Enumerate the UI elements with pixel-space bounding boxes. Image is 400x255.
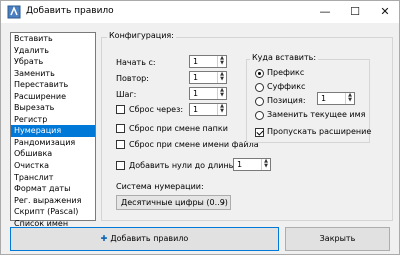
minimize-button[interactable]: — [311,1,339,23]
list-item[interactable]: Вырезать [11,102,95,114]
close-label: Закрыть [319,234,356,243]
maximize-button[interactable]: ☐ [341,1,369,23]
title-bar: Добавить правило — ☐ ✕ [1,1,399,23]
window-title: Добавить правило [26,6,114,16]
insert-position-title: Куда вставить: [250,53,319,62]
replace-name-label[interactable]: Заменить текущее имя [267,110,365,119]
start-label: Начать с: [116,58,156,67]
numbering-system-value[interactable]: Десятичные цифры (0..9) [121,198,228,207]
add-rule-button[interactable]: ✚ Добавить правило [10,227,279,251]
list-item[interactable]: Вставить [11,33,95,45]
numbering-system-dropdown[interactable]: Десятичные цифры (0..9) ⌄ [116,195,231,210]
close-window-button[interactable]: ✕ [371,1,399,23]
step-spinner[interactable]: 1 ▲ ▼ [189,87,227,100]
reset-every-spinner[interactable]: 1 ▲ ▼ [189,103,227,116]
list-item[interactable]: Заменить [11,68,95,80]
list-item[interactable]: Скрипт (Pascal) [11,206,95,218]
start-spinner[interactable]: 1 ▲ ▼ [189,55,227,68]
list-item[interactable]: Регистр [11,114,95,126]
numbering-system-label: Система нумерации: [116,182,204,191]
app-icon [7,5,21,19]
suffix-radio[interactable] [255,83,264,92]
list-item[interactable]: Очистка [11,160,95,172]
close-button[interactable]: Закрыть [285,227,390,251]
repeat-label: Повтор: [116,74,149,83]
position-value[interactable]: 1 [321,94,326,103]
list-item[interactable]: Нумерация [11,125,95,137]
spin-down-icon[interactable]: ▼ [218,61,226,66]
spin-down-icon[interactable]: ▼ [262,164,270,169]
position-spinner[interactable]: 1 ▲ ▼ [317,92,355,105]
suffix-label[interactable]: Суффикс [267,82,305,91]
reset-every-label[interactable]: Сброс через: [129,105,183,114]
list-item[interactable]: Обшивка [11,148,95,160]
list-item[interactable]: Формат даты [11,183,95,195]
pad-zeros-value[interactable]: 1 [237,160,242,169]
reset-every-value[interactable]: 1 [193,105,198,114]
reset-name-checkbox[interactable] [116,140,125,149]
list-item[interactable]: Расширение [11,91,95,103]
start-value[interactable]: 1 [193,57,198,66]
position-label[interactable]: Позиция: [267,96,306,105]
reset-name-label[interactable]: Сброс при смене имени файла [129,140,259,149]
list-item[interactable]: Удалить [11,45,95,57]
replace-name-radio[interactable] [255,111,264,120]
rule-type-list[interactable]: Вставить Удалить Убрать Заменить Переставить… [10,32,96,228]
list-item[interactable]: Рандомизация [11,137,95,149]
repeat-spinner[interactable]: 1 ▲ ▼ [189,71,227,84]
reset-folder-label[interactable]: Сброс при смене папки [129,124,228,133]
spin-down-icon[interactable]: ▼ [218,77,226,82]
list-item[interactable]: Транслит [11,172,95,184]
pad-zeros-spinner[interactable]: 1 ▲ ▼ [233,158,271,171]
list-item[interactable]: Рег. выражения [11,195,95,207]
repeat-value[interactable]: 1 [193,73,198,82]
skip-extension-label[interactable]: Пропускать расширение [267,127,371,136]
position-radio[interactable] [255,97,264,106]
spin-down-icon[interactable]: ▼ [218,93,226,98]
add-rule-label: Добавить правило [110,234,189,243]
plus-icon: ✚ [100,234,108,243]
prefix-label[interactable]: Префикс [267,68,304,77]
spin-down-icon[interactable]: ▼ [218,109,226,114]
step-label: Шаг: [116,90,137,99]
step-value[interactable]: 1 [193,89,198,98]
chevron-down-icon[interactable]: ⌄ [220,198,226,206]
list-item[interactable]: Убрать [11,56,95,68]
list-item[interactable]: Переставить [11,79,95,91]
add-rule-dialog: Добавить правило — ☐ ✕ Вставить Удалить Уб… [0,0,400,255]
configuration-title: Конфигурация: [107,31,176,40]
pad-zeros-checkbox[interactable] [116,161,125,170]
skip-extension-checkbox[interactable] [255,128,264,137]
spin-down-icon[interactable]: ▼ [346,98,354,103]
pad-zeros-label[interactable]: Добавить нули до длины: [129,161,238,170]
reset-folder-checkbox[interactable] [116,124,125,133]
reset-every-checkbox[interactable] [116,105,125,114]
prefix-radio[interactable] [255,69,264,78]
